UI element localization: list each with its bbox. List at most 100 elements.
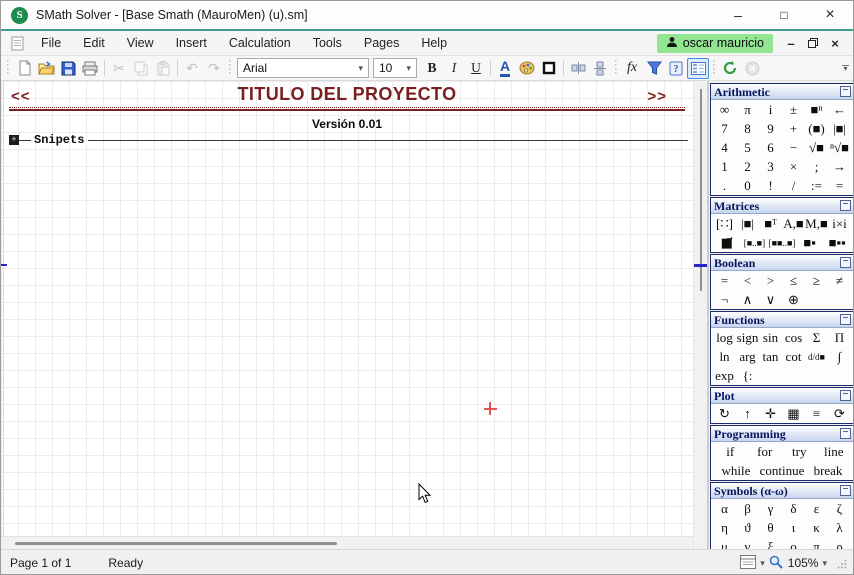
palette-button[interactable]: ln [713,349,736,365]
redo-button[interactable]: ↷ [203,58,225,79]
chevron-down-icon[interactable]: ▾ [760,558,765,569]
palette-header-matrices[interactable]: Matrices− [711,198,853,214]
palette-button[interactable]: [■..■] [741,238,769,248]
minimize-button[interactable]: – [715,1,761,29]
palette-button[interactable]: = [713,273,736,289]
palette-button[interactable]: 3 [759,159,782,175]
cut-button[interactable]: ✂ [108,58,130,79]
maximize-button[interactable]: □ [761,1,807,29]
palette-button[interactable]: cot [782,349,805,365]
mdi-minimize-button[interactable]: – [781,34,801,53]
toolbar-grip[interactable] [712,60,716,76]
bold-button[interactable]: B [421,58,443,79]
project-title[interactable]: TITULO DEL PROYECTO [1,84,693,105]
palette-button[interactable]: ← [828,102,851,118]
palette-button[interactable]: i [759,102,782,118]
palette-button[interactable]: ■ⁿ [805,102,828,118]
palette-button[interactable]: κ [805,520,828,536]
palette-button[interactable]: |■| [736,216,759,232]
palette-button[interactable]: 2 [736,159,759,175]
collapse-icon[interactable]: − [840,86,851,97]
nav-next-marker[interactable]: >> [647,88,667,105]
toolbar-grip[interactable] [614,60,618,76]
palette-button[interactable]: continue [759,463,805,479]
palette-button[interactable]: 7 [713,121,736,137]
palette-button[interactable]: λ [828,520,851,536]
copy-button[interactable] [130,58,152,79]
menu-item-insert[interactable]: Insert [165,31,218,55]
open-button[interactable] [35,58,57,79]
palette-button[interactable]: ∧ [736,292,759,308]
collapse-icon[interactable]: − [840,485,851,496]
filter-button[interactable] [643,58,665,79]
palette-button[interactable]: + [782,121,805,137]
palette-button[interactable]: 5 [736,140,759,156]
palette-button[interactable]: ο [782,539,805,550]
toolbar-overflow-button[interactable]: ▾ [842,65,849,71]
palette-button[interactable]: ! [759,178,782,194]
font-color-button[interactable]: A [494,58,516,79]
collapse-icon[interactable]: − [840,428,851,439]
palette-button[interactable]: sign [736,330,759,346]
collapse-icon[interactable]: − [840,314,851,325]
toolbar-grip[interactable] [228,60,232,76]
palette-button[interactable]: {: [736,368,759,384]
palette-header-symbols[interactable]: Symbols (α-ω)− [711,483,853,499]
chevron-down-icon[interactable]: ▾ [822,558,827,569]
palette-button[interactable]: 6 [759,140,782,156]
palette-button[interactable]: ■ᵀ [759,216,782,232]
palette-button[interactable]: ≤ [782,273,805,289]
palette-button[interactable]: ≡ [805,406,828,422]
palette-button[interactable]: log [713,330,736,346]
palette-button[interactable]: − [782,140,805,156]
page-layout-icon[interactable] [740,555,756,572]
palette-button[interactable]: 1 [713,159,736,175]
palette-button[interactable]: Π [828,330,851,346]
background-color-button[interactable] [516,58,538,79]
function-button[interactable]: fx [621,58,643,79]
palette-button[interactable]: ρ [828,539,851,550]
palette-button[interactable]: [∷] [713,216,736,232]
palette-button[interactable]: ϑ [736,520,759,536]
palette-button[interactable]: ν [736,539,759,550]
mdi-restore-button[interactable] [803,34,823,53]
palette-button[interactable]: ι [782,520,805,536]
palette-button[interactable]: 4 [713,140,736,156]
expand-icon[interactable]: + [9,135,19,145]
paste-button[interactable] [152,58,174,79]
palette-button[interactable]: β [736,501,759,517]
palette-button[interactable]: := [805,178,828,194]
toolbar-grip[interactable] [6,60,10,76]
worksheet-canvas[interactable]: << TITULO DEL PROYECTO >> Versión 0.01 +… [1,81,693,536]
palette-button[interactable]: [■■..■] [768,238,796,248]
horizontal-scrollbar[interactable] [1,536,693,549]
zoom-icon[interactable] [769,555,783,572]
menu-item-edit[interactable]: Edit [72,31,116,55]
horizontal-scrollbar-thumb[interactable] [15,542,337,545]
palette-button[interactable]: × [782,159,805,175]
side-panel-toggle-button[interactable] [687,58,709,79]
palette-button[interactable]: > [759,273,782,289]
palette-header-boolean[interactable]: Boolean− [711,255,853,271]
font-family-select[interactable]: Arial ▾ [237,58,369,78]
help-reference-button[interactable]: ? [665,58,687,79]
palette-button[interactable]: A,■ [782,216,805,232]
align-vertical-button[interactable] [589,58,611,79]
mdi-close-button[interactable]: × [825,34,845,53]
palette-button[interactable]: ■▪▪ [823,235,851,251]
menu-item-view[interactable]: View [116,31,165,55]
menu-item-tools[interactable]: Tools [302,31,353,55]
palette-button[interactable]: ± [782,102,805,118]
palette-button[interactable]: break [805,463,851,479]
menu-item-pages[interactable]: Pages [353,31,410,55]
menu-item-calculation[interactable]: Calculation [218,31,302,55]
palette-button[interactable]: ■⃗ [713,235,741,251]
interrupt-button[interactable] [741,58,763,79]
palette-button[interactable]: exp [713,368,736,384]
collapse-icon[interactable]: − [840,390,851,401]
palette-button[interactable]: for [748,444,783,460]
palette-button[interactable]: 9 [759,121,782,137]
palette-button[interactable]: ▦ [782,406,805,422]
palette-button[interactable]: line [817,444,852,460]
palette-button[interactable]: ↑ [736,406,759,422]
